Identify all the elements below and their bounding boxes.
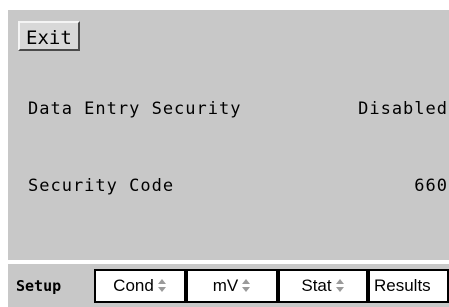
tab-bar: Setup Cond mV Stat Results xyxy=(8,264,449,307)
tab-mv-label: mV xyxy=(212,276,239,295)
tab-cond-label: Cond xyxy=(113,276,154,295)
data-entry-security-value[interactable]: Disabled xyxy=(358,99,448,119)
exit-button[interactable]: Exit xyxy=(18,21,80,51)
setup-panel: Exit Data Entry Security Disabled Securi… xyxy=(8,10,449,260)
data-entry-security-label: Data Entry Security xyxy=(28,99,242,119)
tab-stat[interactable]: Stat xyxy=(278,269,368,303)
security-code-label: Security Code xyxy=(28,176,175,196)
up-down-arrow-icon xyxy=(335,279,345,293)
tab-results-label: Results xyxy=(374,276,431,295)
tab-results[interactable]: Results xyxy=(368,269,449,303)
security-code-row[interactable]: Security Code 660 xyxy=(28,176,448,200)
tab-setup[interactable]: Setup xyxy=(12,269,94,303)
tab-setup-label: Setup xyxy=(16,277,62,295)
security-code-value[interactable]: 660 xyxy=(414,176,448,196)
tab-cond[interactable]: Cond xyxy=(94,269,186,303)
up-down-arrow-icon xyxy=(241,279,251,293)
data-entry-security-row[interactable]: Data Entry Security Disabled xyxy=(28,99,448,123)
tab-mv[interactable]: mV xyxy=(186,269,278,303)
tab-stat-label: Stat xyxy=(301,276,332,295)
up-down-arrow-icon xyxy=(157,279,167,293)
